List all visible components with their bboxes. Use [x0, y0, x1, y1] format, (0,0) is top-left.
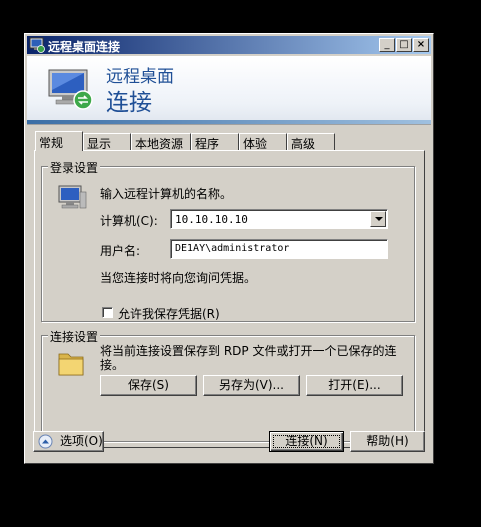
folder-icon: [58, 353, 84, 376]
computer-combobox[interactable]: 10.10.10.10: [170, 209, 388, 229]
save-button[interactable]: 保存(S): [100, 375, 197, 396]
options-button[interactable]: 选项(O): [33, 431, 104, 452]
remote-desktop-icon: [48, 69, 93, 110]
username-field[interactable]: DE1AY\administrator: [170, 239, 388, 259]
banner-stripe: [27, 120, 431, 124]
computer-icon: [58, 185, 87, 209]
banner-title: 连接: [106, 90, 152, 116]
connection-settings-legend: 连接设置: [48, 328, 101, 345]
tab-programs[interactable]: 程序: [191, 133, 239, 151]
window-title: 远程桌面连接: [48, 40, 121, 54]
connect-button[interactable]: 连接(N): [269, 431, 344, 452]
title-bar[interactable]: 远程桌面连接 _ □ ×: [27, 36, 431, 54]
remote-desktop-window: 远程桌面连接 _ □ × 远程桌面 连接 常规 显示 本地资源 程序 体验 高级…: [24, 33, 434, 464]
close-button[interactable]: ×: [413, 38, 429, 52]
credentials-note: 当您连接时将向您询问凭据。: [100, 271, 257, 285]
open-button[interactable]: 打开(E)...: [306, 375, 403, 396]
remote-desktop-icon: [29, 37, 45, 53]
save-credentials-checkbox[interactable]: [102, 307, 113, 318]
save-credentials-label[interactable]: 允许我保存凭据(R): [118, 305, 220, 322]
save-as-button[interactable]: 另存为(V)...: [203, 375, 300, 396]
tab-advanced[interactable]: 高级: [287, 133, 335, 151]
help-button[interactable]: 帮助(H): [350, 431, 425, 452]
connection-settings-group: 连接设置 将当前连接设置保存到 RDP 文件或打开一个已保存的连接。 保存(S)…: [41, 328, 415, 442]
focus-rectangle: [273, 435, 340, 448]
tab-local-resources[interactable]: 本地资源: [131, 133, 191, 151]
minimize-button[interactable]: _: [379, 38, 395, 52]
login-settings-legend: 登录设置: [48, 159, 101, 176]
options-label: 选项(O): [60, 434, 103, 448]
username-value: DE1AY\administrator: [175, 243, 290, 254]
tab-display[interactable]: 显示: [83, 133, 131, 151]
tab-experience[interactable]: 体验: [239, 133, 287, 151]
computer-value: 10.10.10.10: [175, 213, 248, 226]
chevron-down-icon[interactable]: [370, 211, 386, 227]
username-label: 用户名:: [100, 244, 141, 258]
login-instruction: 输入远程计算机的名称。: [100, 187, 233, 201]
chevron-up-icon: [38, 434, 53, 449]
connection-description: 将当前连接设置保存到 RDP 文件或打开一个已保存的连接。: [100, 344, 397, 372]
general-panel: 登录设置 输入远程计算机的名称。 计算机(C): 10.10.10.10 用户名…: [34, 150, 425, 448]
maximize-button[interactable]: □: [396, 38, 412, 52]
login-settings-group: 登录设置 输入远程计算机的名称。 计算机(C): 10.10.10.10 用户名…: [41, 159, 415, 322]
banner: 远程桌面 连接: [27, 56, 431, 125]
tab-general[interactable]: 常规: [35, 131, 83, 151]
computer-label: 计算机(C):: [100, 214, 158, 228]
